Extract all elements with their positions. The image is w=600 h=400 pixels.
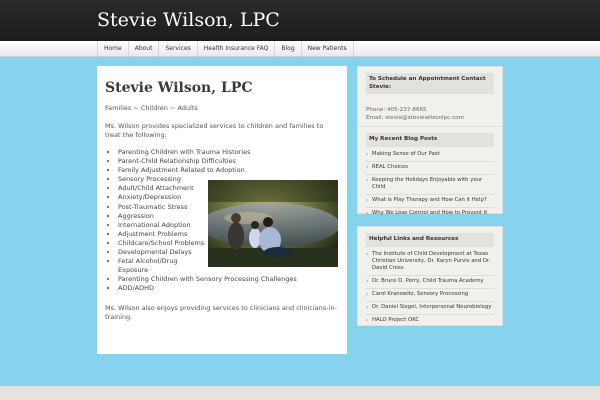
tagline: Families ~ Children ~ Adults xyxy=(105,104,198,112)
family-by-pond-photo-icon xyxy=(208,180,338,267)
email-address[interactable]: Email: stevie@steviewilsonlpc.com xyxy=(366,114,494,122)
blog-post-link[interactable]: REAL Choices xyxy=(366,162,494,175)
family-photo xyxy=(208,180,338,267)
list-item: Fetal Alcohol/Drug Exposure xyxy=(118,257,198,275)
page-title: Stevie Wilson, LPC xyxy=(105,80,253,96)
appointment-widget-title: To Schedule an Appointment Contact Stevi… xyxy=(366,73,494,94)
blog-post-link[interactable]: What is Play Therapy and How Can it Help… xyxy=(366,195,494,208)
closing-paragraph: Ms. Wilson also enjoys providing service… xyxy=(105,303,337,321)
resource-link[interactable]: Dr. Daniel Siegel, Interpersonal Neurobi… xyxy=(366,302,494,315)
list-item: ADD/ADHD xyxy=(118,284,339,293)
site-footer xyxy=(0,386,600,400)
main-content: Stevie Wilson, LPC Families ~ Children ~… xyxy=(97,66,347,354)
nav-menu: Home About Services Health Insurance FAQ… xyxy=(97,41,354,57)
appointment-widget: To Schedule an Appointment Contact Stevi… xyxy=(357,66,503,131)
resource-link[interactable]: The Institute of Child Development at Te… xyxy=(366,249,494,276)
list-item: Parenting Children with Sensory Processi… xyxy=(118,275,339,284)
blog-widget-title: My Recent Blog Posts xyxy=(366,133,494,147)
blog-post-link[interactable]: Why We Lose Control and How to Prevent I… xyxy=(366,208,494,220)
nav-item-blog[interactable]: Blog xyxy=(275,41,302,57)
links-widget-title: Helpful Links and Resources xyxy=(366,233,494,247)
resource-link[interactable]: HALO Project OKC xyxy=(366,315,494,327)
list-item: Family Adjustment Related to Adoption xyxy=(118,166,339,175)
blog-post-link[interactable]: Making Sense of Our Past xyxy=(366,149,494,162)
blog-widget: My Recent Blog Posts Making Sense of Our… xyxy=(357,126,503,217)
intro-paragraph: Ms. Wilson provides specialized services… xyxy=(105,122,324,139)
resource-link[interactable]: Carol Kranowitz, Sensory Processing xyxy=(366,289,494,302)
phone-number: Phone: 405-237-8665 xyxy=(366,107,427,113)
blog-posts-list: Making Sense of Our Past REAL Choices Ke… xyxy=(366,149,494,220)
resource-link[interactable]: Dr. Bruce D. Perry, Child Trauma Academy xyxy=(366,276,494,289)
nav-item-services[interactable]: Services xyxy=(159,41,198,57)
resource-links-list: The Institute of Child Development at Te… xyxy=(366,249,494,327)
nav-item-health-insurance-faq[interactable]: Health Insurance FAQ xyxy=(198,41,276,57)
main-navigation: Home About Services Health Insurance FAQ… xyxy=(0,41,600,57)
nav-item-home[interactable]: Home xyxy=(98,41,129,57)
links-widget: Helpful Links and Resources The Institut… xyxy=(357,226,503,326)
list-item: Parent-Child Relationship Difficulties xyxy=(118,157,339,166)
site-header: Stevie Wilson, LPC xyxy=(0,0,600,41)
site-title[interactable]: Stevie Wilson, LPC xyxy=(97,9,280,31)
blog-post-link[interactable]: Keeping the Holidays Enjoyable with your… xyxy=(366,175,494,195)
list-item: Parenting Children with Trauma Histories xyxy=(118,148,339,157)
nav-item-about[interactable]: About xyxy=(129,41,160,57)
nav-item-new-patients[interactable]: New Patients xyxy=(302,41,354,57)
